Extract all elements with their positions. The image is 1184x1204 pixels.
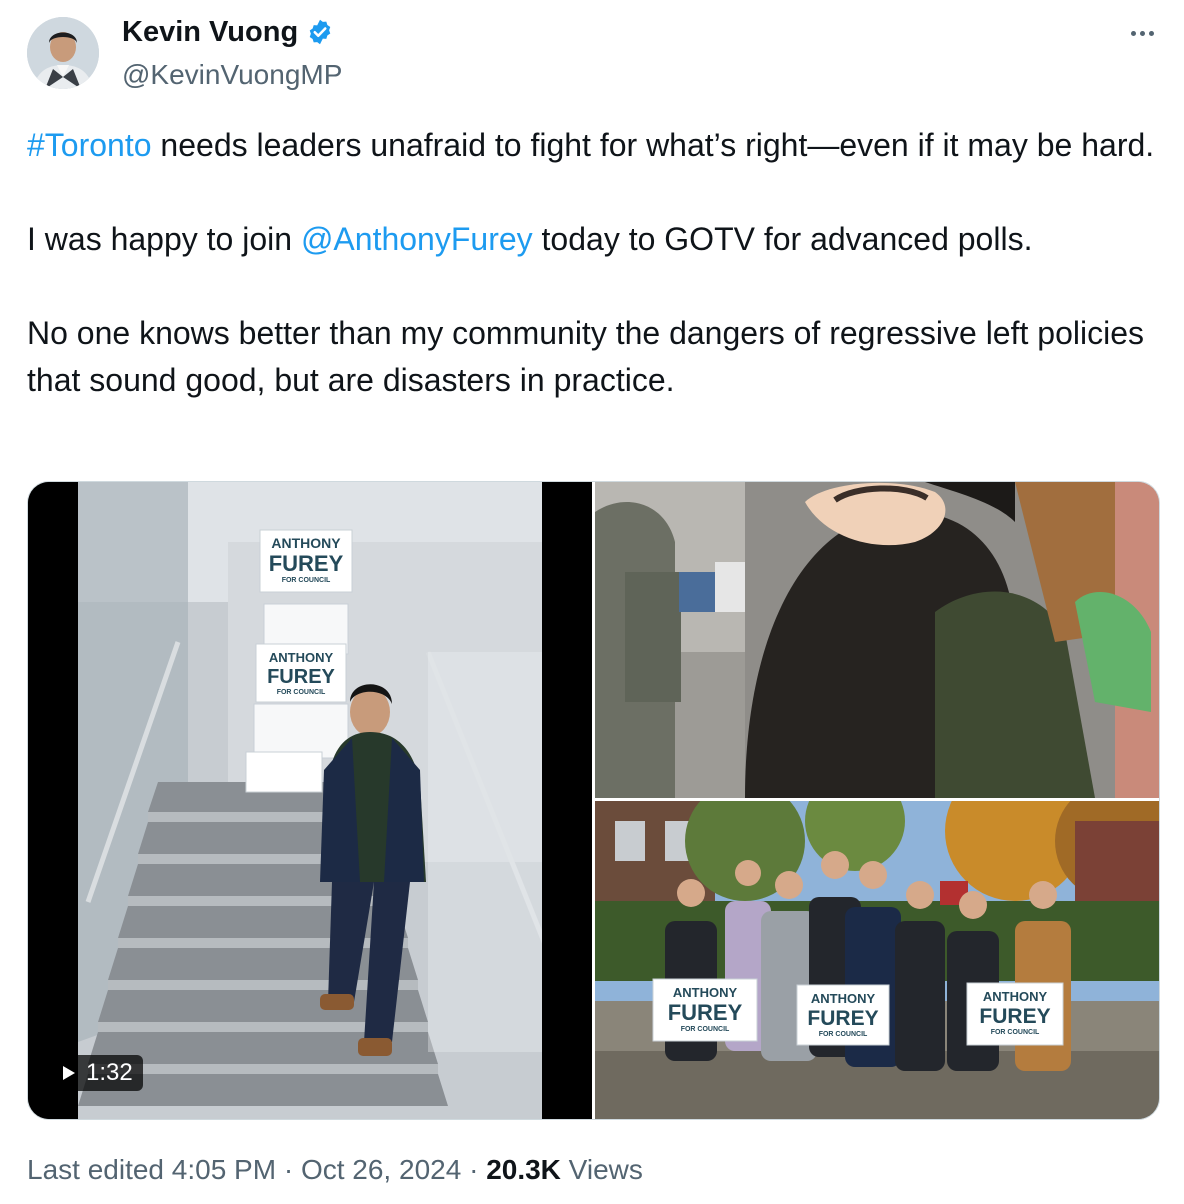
media-grid: ANTHONY FUREY FOR COUNCIL ANTHONY FUREY …: [27, 481, 1160, 1120]
author-name[interactable]: Kevin Vuong: [122, 12, 334, 52]
media-divider-horizontal: [595, 798, 1159, 801]
group-sign-center-first: ANTHONY: [810, 991, 876, 1006]
photo-hug[interactable]: [595, 482, 1159, 798]
video-duration: 1:32: [86, 1059, 133, 1086]
sign-middle-last: FUREY: [267, 666, 335, 688]
sign-middle: ANTHONY FUREY FOR COUNCIL: [258, 650, 344, 698]
more-options-icon[interactable]: [1120, 18, 1164, 48]
group-sign-center-last: FUREY: [807, 1007, 879, 1030]
tweet-date[interactable]: Oct 26, 2024: [301, 1154, 461, 1185]
group-sign-left-sub: FOR COUNCIL: [680, 1026, 730, 1033]
group-sign-left-last: FUREY: [667, 1000, 743, 1025]
group-sign-right: ANTHONY FUREY FOR COUNCIL: [967, 989, 1063, 1038]
video-player[interactable]: ANTHONY FUREY FOR COUNCIL ANTHONY FUREY …: [28, 482, 592, 1119]
verified-badge-icon: [306, 18, 334, 46]
group-sign-left: ANTHONY FUREY FOR COUNCIL: [653, 985, 757, 1035]
sign-top: ANTHONY FUREY FOR COUNCIL: [264, 534, 348, 586]
views-count: 20.3K: [486, 1154, 561, 1185]
mention-anthonyfurey-link[interactable]: @AnthonyFurey: [301, 221, 533, 257]
tweet-line-3: No one knows better than my community th…: [27, 315, 1144, 398]
tweet-line-2-pre: I was happy to join: [27, 221, 301, 257]
hashtag-toronto-link[interactable]: #Toronto: [27, 127, 152, 163]
author-handle[interactable]: @KevinVuongMP: [122, 56, 342, 94]
group-sign-left-first: ANTHONY: [672, 985, 738, 1000]
author-display-name[interactable]: Kevin Vuong: [122, 12, 298, 52]
tweet-line-2-post: today to GOTV for advanced polls.: [532, 221, 1033, 257]
avatar[interactable]: [27, 17, 99, 89]
photo-group[interactable]: ANTHONY FUREY FOR COUNCIL ANTHONY FUREY …: [595, 801, 1159, 1119]
sign-top-last: FUREY: [268, 551, 344, 576]
group-sign-center-sub: FOR COUNCIL: [818, 1031, 868, 1038]
sign-middle-first: ANTHONY: [268, 650, 334, 665]
group-sign-right-sub: FOR COUNCIL: [990, 1029, 1040, 1036]
views-label: Views: [560, 1154, 643, 1185]
edited-label[interactable]: Last edited: [27, 1154, 164, 1185]
sign-top-first: ANTHONY: [271, 535, 341, 551]
footer-separator-2: ·: [461, 1154, 487, 1185]
sign-middle-sub: FOR COUNCIL: [276, 689, 326, 696]
group-sign-center: ANTHONY FUREY FOR COUNCIL: [797, 991, 889, 1040]
group-sign-right-first: ANTHONY: [982, 989, 1048, 1004]
tweet-line-1: #Toronto needs leaders unafraid to fight…: [27, 122, 1157, 169]
tweet-text: #Toronto needs leaders unafraid to fight…: [27, 122, 1157, 404]
video-duration-badge[interactable]: 1:32: [52, 1055, 143, 1091]
play-icon: [63, 1066, 75, 1080]
sign-top-sub: FOR COUNCIL: [281, 577, 331, 584]
group-sign-right-last: FUREY: [979, 1005, 1051, 1028]
tweet-line-1-text: needs leaders unafraid to fight for what…: [151, 127, 1155, 163]
footer-separator-1: ·: [276, 1154, 301, 1185]
tweet-footer: Last edited 4:05 PM · Oct 26, 2024 · 20.…: [27, 1150, 643, 1190]
tweet-line-2: I was happy to join @AnthonyFurey today …: [27, 216, 1157, 263]
tweet-time[interactable]: 4:05 PM: [172, 1154, 276, 1185]
